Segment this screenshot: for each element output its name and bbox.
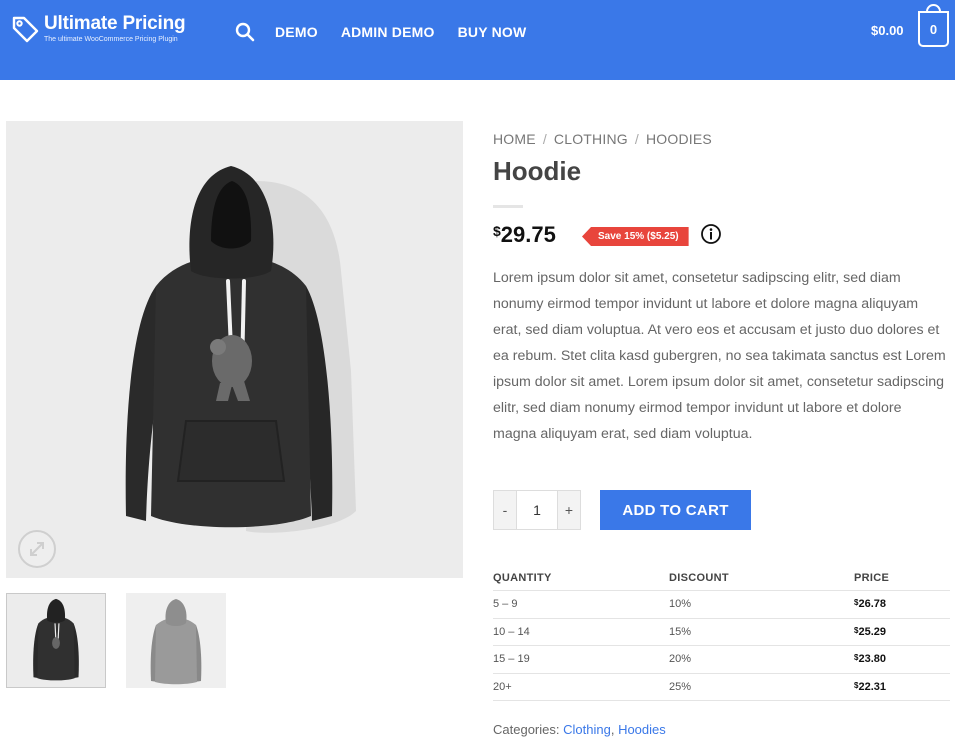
breadcrumb-separator: / (634, 131, 639, 147)
breadcrumb-separator: / (542, 131, 547, 147)
header-quantity: QUANTITY (493, 572, 552, 584)
thumbnail-front[interactable] (6, 593, 106, 688)
cart-total[interactable]: $0.00 (871, 23, 904, 38)
nav-item-demo[interactable]: DEMO (275, 24, 318, 40)
header-price: PRICE (854, 572, 890, 584)
nav-item-buy-now[interactable]: BUY NOW (458, 24, 527, 40)
logo-title: Ultimate Pricing (44, 13, 186, 34)
categories-label: Categories: (493, 722, 560, 737)
search-icon[interactable] (235, 22, 255, 42)
row-price: $26.78 (854, 598, 886, 610)
row-discount: 20% (669, 653, 692, 666)
row-quantity: 5 – 9 (493, 598, 518, 611)
expand-icon (30, 542, 44, 556)
discount-table: QUANTITY DISCOUNT PRICE 5 – 9 10% $26.78… (493, 566, 950, 701)
row-discount: 10% (669, 598, 692, 611)
breadcrumb-hoodies[interactable]: HOODIES (646, 131, 712, 147)
site-header: Ultimate Pricing The ultimate WooCommerc… (0, 0, 955, 80)
row-price: $25.29 (854, 626, 886, 638)
row-price: $23.80 (854, 653, 886, 665)
product-categories: Categories: Clothing, Hoodies (493, 722, 666, 737)
breadcrumb: HOME / CLOTHING / HOODIES (493, 131, 712, 147)
breadcrumb-home[interactable]: HOME (493, 131, 536, 147)
add-to-cart-button[interactable]: ADD TO CART (600, 490, 751, 530)
table-row: 15 – 19 20% $23.80 (493, 646, 950, 674)
category-link-hoodies[interactable]: Hoodies (618, 722, 666, 737)
qty-input[interactable]: 1 (516, 491, 558, 529)
price-tag-icon (12, 16, 39, 43)
qty-plus-button[interactable]: + (558, 491, 580, 529)
breadcrumb-clothing[interactable]: CLOTHING (554, 131, 628, 147)
hoodie-back-thumbnail (126, 593, 226, 688)
title-divider (493, 205, 523, 208)
row-price: $22.31 (854, 681, 886, 693)
product-main-image[interactable] (6, 121, 463, 578)
row-quantity: 10 – 14 (493, 625, 530, 638)
nav-item-admin-demo[interactable]: ADMIN DEMO (341, 24, 435, 40)
row-price-value: 25.29 (858, 625, 886, 638)
table-row: 10 – 14 15% $25.29 (493, 619, 950, 646)
row-discount: 15% (669, 625, 692, 638)
category-separator: , (610, 722, 615, 737)
row-price-value: 23.80 (858, 653, 886, 666)
row-price-value: 26.78 (858, 598, 886, 611)
product-description: Lorem ipsum dolor sit amet, consetetur s… (493, 270, 946, 442)
info-icon[interactable] (700, 223, 722, 245)
header-discount: DISCOUNT (669, 572, 729, 584)
logo-subtitle: The ultimate WooCommerce Pricing Plugin (44, 36, 178, 43)
row-discount: 25% (669, 680, 692, 693)
site-logo[interactable]: Ultimate Pricing The ultimate WooCommerc… (10, 13, 186, 48)
thumbnail-back[interactable] (126, 593, 226, 688)
main-nav: DEMO ADMIN DEMO BUY NOW (235, 22, 549, 42)
qty-minus-button[interactable]: - (494, 491, 516, 529)
row-price-value: 22.31 (858, 680, 886, 693)
quantity-stepper: - 1 + (493, 490, 581, 530)
row-quantity: 15 – 19 (493, 653, 530, 666)
row-quantity: 20+ (493, 680, 512, 693)
table-header-row: QUANTITY DISCOUNT PRICE (493, 566, 950, 591)
price-value: 29.75 (500, 222, 556, 247)
save-badge: Save 15% ($5.25) (582, 227, 689, 246)
product-title: Hoodie (493, 156, 582, 186)
product-price: $29.75 (493, 222, 556, 248)
table-row: 20+ 25% $22.31 (493, 674, 950, 701)
cart-count-button[interactable]: 0 (918, 11, 949, 47)
price-currency: $ (493, 223, 501, 239)
zoom-button[interactable] (18, 530, 56, 568)
hoodie-front-thumbnail (7, 594, 105, 687)
category-link-clothing[interactable]: Clothing (563, 722, 611, 737)
hoodie-image (6, 121, 463, 578)
table-row: 5 – 9 10% $26.78 (493, 591, 950, 619)
